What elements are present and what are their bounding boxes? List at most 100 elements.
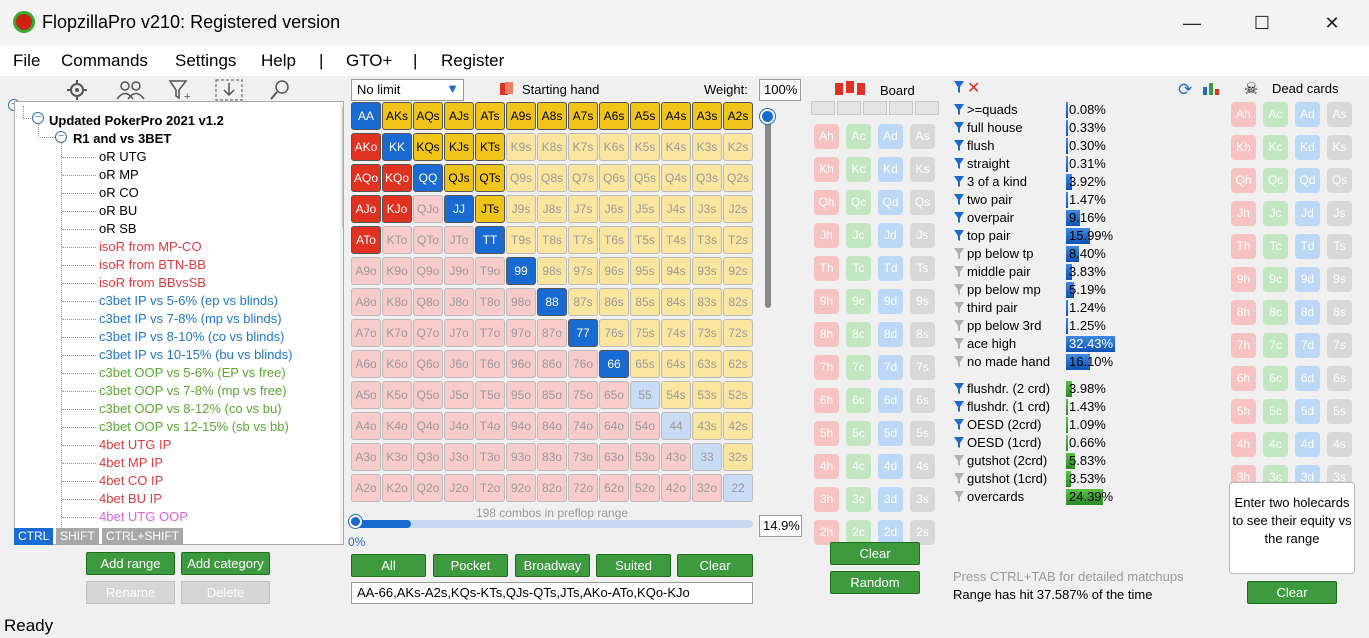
hand-cell-Q9s[interactable]: Q9s (506, 164, 536, 192)
hand-cell-Q4s[interactable]: Q4s (661, 164, 691, 192)
stat-row[interactable]: OESD (2crd) 1.09% (953, 416, 1153, 434)
board-card-4s[interactable]: 4s (910, 454, 935, 479)
board-card-3d[interactable]: 3d (878, 487, 903, 512)
hand-cell-63o[interactable]: 63o (599, 443, 629, 471)
hand-cell-76o[interactable]: 76o (568, 350, 598, 378)
hand-cell-T4s[interactable]: T4s (661, 226, 691, 254)
hand-cell-85s[interactable]: 85s (630, 288, 660, 316)
hand-cell-A7o[interactable]: A7o (351, 319, 381, 347)
board-slot[interactable] (889, 101, 913, 115)
tree-item[interactable]: isoR from BBvsSB (99, 275, 206, 290)
board-card-6h[interactable]: 6h (814, 388, 839, 413)
hand-cell-J2s[interactable]: J2s (723, 195, 753, 223)
stat-row[interactable]: pp below mp 5.19% (953, 281, 1153, 299)
tree-item[interactable]: 4bet BU IP (99, 491, 162, 506)
dead-card-5h[interactable]: 5h (1231, 399, 1256, 424)
hand-cell-K8s[interactable]: K8s (537, 133, 567, 161)
stat-row[interactable]: pp below 3rd 1.25% (953, 317, 1153, 335)
stat-row[interactable]: gutshot (1crd) 3.53% (953, 470, 1153, 488)
hand-cell-J8s[interactable]: J8s (537, 195, 567, 223)
dead-card-Kh[interactable]: Kh (1231, 135, 1256, 160)
board-card-5c[interactable]: 5c (846, 421, 871, 446)
hand-cell-T8o[interactable]: T8o (475, 288, 505, 316)
dead-card-Ks[interactable]: Ks (1327, 135, 1352, 160)
stat-row[interactable]: third pair 1.24% (953, 299, 1153, 317)
dead-card-4h[interactable]: 4h (1231, 432, 1256, 457)
hand-cell-82o[interactable]: 82o (537, 474, 567, 502)
minimize-button[interactable]: — (1169, 8, 1215, 38)
rename-button[interactable]: Rename (86, 581, 175, 604)
board-card-9d[interactable]: 9d (878, 289, 903, 314)
hand-cell-KQo[interactable]: KQo (382, 164, 412, 192)
hand-cell-72o[interactable]: 72o (568, 474, 598, 502)
filter-toggle-icon[interactable] (954, 104, 964, 116)
hand-cell-42o[interactable]: 42o (661, 474, 691, 502)
menu-settings[interactable]: Settings (175, 51, 236, 71)
hand-cell-Q5o[interactable]: Q5o (413, 381, 443, 409)
hand-cell-95o[interactable]: 95o (506, 381, 536, 409)
board-card-Td[interactable]: Td (878, 256, 903, 281)
hand-cell-J6s[interactable]: J6s (599, 195, 629, 223)
hand-cell-J9s[interactable]: J9s (506, 195, 536, 223)
hand-cell-98o[interactable]: 98o (506, 288, 536, 316)
hand-cell-87o[interactable]: 87o (537, 319, 567, 347)
dead-card-6h[interactable]: 6h (1231, 366, 1256, 391)
hand-cell-J3s[interactable]: J3s (692, 195, 722, 223)
hand-cell-A8s[interactable]: A8s (537, 102, 567, 130)
board-card-3h[interactable]: 3h (814, 487, 839, 512)
hand-cell-A6s[interactable]: A6s (599, 102, 629, 130)
tree-root[interactable]: Updated PokerPro 2021 v1.2 (49, 113, 224, 128)
hand-cell-95s[interactable]: 95s (630, 257, 660, 285)
hand-cell-T3s[interactable]: T3s (692, 226, 722, 254)
hand-cell-98s[interactable]: 98s (537, 257, 567, 285)
dead-card-Td[interactable]: Td (1295, 234, 1320, 259)
hand-cell-J5s[interactable]: J5s (630, 195, 660, 223)
filter-icon[interactable] (953, 80, 965, 94)
hand-cell-K5o[interactable]: K5o (382, 381, 412, 409)
hand-cell-Q2o[interactable]: Q2o (413, 474, 443, 502)
hand-cell-AKo[interactable]: AKo (351, 133, 381, 161)
close-button[interactable]: ✕ (1309, 8, 1355, 38)
hand-cell-K7o[interactable]: K7o (382, 319, 412, 347)
hand-cell-AA[interactable]: AA (351, 102, 381, 130)
hand-cell-T9o[interactable]: T9o (475, 257, 505, 285)
hand-cell-KJo[interactable]: KJo (382, 195, 412, 223)
hand-cell-62o[interactable]: 62o (599, 474, 629, 502)
board-card-Jh[interactable]: Jh (814, 223, 839, 248)
hand-cell-96o[interactable]: 96o (506, 350, 536, 378)
board-card-Ad[interactable]: Ad (878, 124, 903, 149)
hand-cell-KTo[interactable]: KTo (382, 226, 412, 254)
board-card-4d[interactable]: 4d (878, 454, 903, 479)
hand-cell-A4s[interactable]: A4s (661, 102, 691, 130)
stat-row[interactable]: OESD (1crd) 0.66% (953, 434, 1153, 452)
filter-toggle-icon[interactable] (954, 437, 964, 449)
filter-toggle-icon[interactable] (954, 158, 964, 170)
board-slot[interactable] (811, 101, 835, 115)
dead-card-Ac[interactable]: Ac (1263, 102, 1288, 127)
hand-cell-94s[interactable]: 94s (661, 257, 691, 285)
hand-cell-JTo[interactable]: JTo (444, 226, 474, 254)
hand-cell-65s[interactable]: 65s (630, 350, 660, 378)
board-card-7h[interactable]: 7h (814, 355, 839, 380)
board-card-5s[interactable]: 5s (910, 421, 935, 446)
dead-card-9h[interactable]: 9h (1231, 267, 1256, 292)
board-card-Tc[interactable]: Tc (846, 256, 871, 281)
tree-item[interactable]: c3bet IP vs 10-15% (bu vs blinds) (99, 347, 292, 362)
hand-cell-AQo[interactable]: AQo (351, 164, 381, 192)
hand-cell-KJs[interactable]: KJs (444, 133, 474, 161)
hand-cell-42s[interactable]: 42s (723, 412, 753, 440)
board-card-Qd[interactable]: Qd (878, 190, 903, 215)
dead-card-7h[interactable]: 7h (1231, 333, 1256, 358)
hand-cell-K6o[interactable]: K6o (382, 350, 412, 378)
board-card-9s[interactable]: 9s (910, 289, 935, 314)
hand-cell-AQs[interactable]: AQs (413, 102, 443, 130)
broadway-button[interactable]: Broadway (515, 554, 590, 577)
dead-card-8d[interactable]: 8d (1295, 300, 1320, 325)
hand-cell-85o[interactable]: 85o (537, 381, 567, 409)
dead-card-Ah[interactable]: Ah (1231, 102, 1256, 127)
tree-item[interactable]: c3bet OOP vs 5-6% (EP vs free) (99, 365, 286, 380)
add-range-button[interactable]: Add range (86, 552, 175, 575)
hand-cell-A5o[interactable]: A5o (351, 381, 381, 409)
hand-cell-K4s[interactable]: K4s (661, 133, 691, 161)
hand-cell-K8o[interactable]: K8o (382, 288, 412, 316)
